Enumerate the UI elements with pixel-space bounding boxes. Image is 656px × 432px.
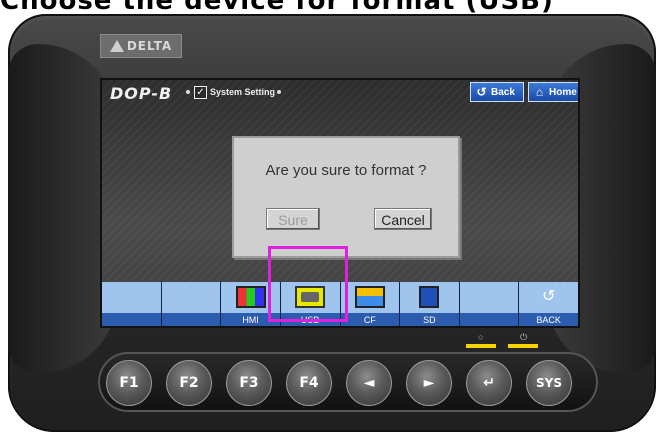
- breadcrumb: System Setting: [210, 87, 276, 97]
- delta-logo: DELTA: [100, 34, 182, 58]
- power-led: [508, 344, 538, 348]
- right-arrow-key[interactable]: ►: [406, 360, 452, 406]
- status-led: [466, 344, 496, 348]
- f3-key[interactable]: F3: [226, 360, 272, 406]
- f1-key[interactable]: F1: [106, 360, 152, 406]
- toolbar-item-back[interactable]: ↺ BACK: [519, 282, 578, 326]
- back-label: Back: [491, 86, 515, 98]
- sd-card-icon: [419, 286, 440, 308]
- usb-highlight-box: [268, 246, 348, 322]
- checkbox-icon: ✓: [194, 86, 207, 99]
- power-icon: ⏻: [520, 332, 528, 342]
- home-icon: ⌂: [535, 84, 544, 99]
- home-label: Home: [549, 86, 577, 98]
- back-button[interactable]: ↺ Back: [470, 82, 524, 102]
- function-key-row: F1 F2 F3 F4 ◄ ► ↵ SYS: [98, 352, 598, 412]
- dialog-message: Are you sure to format ?: [265, 162, 427, 179]
- power-off-icon: ○: [478, 332, 484, 342]
- toolbar-empty-slot[interactable]: [459, 282, 520, 326]
- sure-button[interactable]: Sure: [266, 208, 320, 230]
- enter-key[interactable]: ↵: [466, 360, 512, 406]
- back-arrow-icon: ↺: [476, 84, 487, 99]
- toolbar-label: BACK: [536, 315, 561, 325]
- screen-topbar: DOP-B ✓ System Setting ↺ Back ⌂ Home: [102, 80, 578, 106]
- toolbar-label: SD: [423, 315, 436, 325]
- format-dialog: Are you sure to format ? Sure Cancel: [232, 136, 460, 258]
- left-arrow-key[interactable]: ◄: [346, 360, 392, 406]
- dot-icon: [277, 90, 281, 94]
- toolbar-empty-slot[interactable]: [102, 282, 162, 326]
- toolbar-item-sd[interactable]: SD: [400, 282, 460, 326]
- brand-label: DOP-B: [110, 84, 173, 103]
- home-button[interactable]: ⌂ Home: [528, 82, 578, 102]
- delta-triangle-icon: [109, 40, 124, 52]
- dot-icon: [186, 90, 190, 94]
- sys-key[interactable]: SYS: [526, 360, 572, 406]
- f4-key[interactable]: F4: [286, 360, 332, 406]
- toolbar-item-cf[interactable]: CF: [340, 282, 401, 326]
- cancel-button[interactable]: Cancel: [374, 208, 432, 230]
- toolbar-label: CF: [363, 315, 376, 325]
- back-arrow-icon: ↺: [541, 288, 556, 305]
- cf-card-icon: [354, 286, 385, 308]
- hmi-icon: [235, 286, 266, 308]
- hmi-device: DELTA DOP-B ✓ System Setting ↺ Back ⌂ Ho…: [8, 14, 656, 432]
- f2-key[interactable]: F2: [166, 360, 212, 406]
- logo-text: DELTA: [126, 39, 173, 53]
- toolbar-empty-slot[interactable]: [161, 282, 222, 326]
